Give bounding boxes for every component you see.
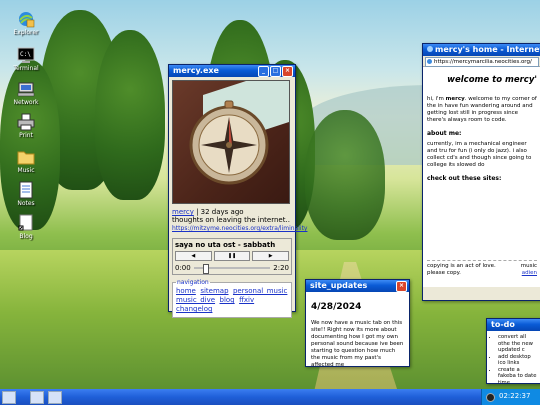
sites-heading: check out these sites: bbox=[427, 175, 502, 182]
next-icon: ▶ bbox=[268, 253, 273, 259]
page-heading: welcome to mercy' bbox=[447, 75, 537, 85]
footer-music: music bbox=[520, 263, 537, 269]
clock[interactable]: 02:22:37 bbox=[499, 392, 530, 400]
post-time: | 32 days ago bbox=[196, 208, 244, 216]
background-tree bbox=[95, 30, 165, 200]
nav-link-ffxiv[interactable]: ffxiv bbox=[239, 296, 254, 304]
mercy-window-titlebar[interactable]: mercy.exe _ □ × bbox=[169, 65, 295, 77]
taskbar-item-window-icon[interactable] bbox=[48, 391, 62, 404]
updates-window[interactable]: site_updates × 4/28/2024 We now have a m… bbox=[305, 279, 410, 367]
nav-link-blog[interactable]: blog bbox=[220, 296, 235, 304]
time-current: 0:00 bbox=[175, 264, 191, 272]
time-total: 2:20 bbox=[273, 264, 289, 272]
printer-icon bbox=[17, 113, 35, 131]
ie-globe-icon bbox=[17, 10, 35, 28]
page-footer: copying is an act of love. please copy. … bbox=[427, 260, 537, 277]
desktop-icon-print[interactable]: Print bbox=[10, 113, 42, 139]
volume-icon[interactable] bbox=[486, 393, 495, 402]
desktop-icon-notes[interactable]: Notes bbox=[10, 181, 42, 207]
browser-window[interactable]: mercy's home - Internet Ex https://mercy… bbox=[422, 43, 540, 301]
about-heading: about me: bbox=[427, 130, 462, 137]
progress-slider[interactable] bbox=[193, 264, 271, 274]
desktop-icon-network[interactable]: Network bbox=[10, 80, 42, 106]
nav-link-changelog[interactable]: changelog bbox=[176, 305, 212, 313]
close-button[interactable]: × bbox=[282, 66, 293, 77]
next-button[interactable]: ▶ bbox=[252, 251, 290, 261]
address-input[interactable]: https://mercymarcilia.neocities.org/ bbox=[425, 57, 539, 67]
todo-item: add desktop ico links bbox=[498, 354, 539, 367]
compass-icon bbox=[189, 100, 269, 185]
notepad-icon bbox=[17, 181, 35, 199]
update-date: 4/28/2024 bbox=[311, 302, 362, 312]
taskbar-item-explorer-icon[interactable] bbox=[2, 391, 16, 404]
update-text: We now have a music tab on this site!! R… bbox=[311, 320, 404, 367]
post-block: mercy | 32 days ago thoughts on leaving … bbox=[172, 208, 307, 233]
close-button[interactable]: × bbox=[396, 281, 407, 292]
updates-titlebar[interactable]: site_updates × bbox=[306, 280, 409, 292]
browser-content: welcome to mercy' hi, i'm mercy. welcome… bbox=[423, 67, 540, 287]
about-paragraph: currently, im a mechanical engineer and … bbox=[427, 141, 532, 168]
address-bar: https://mercymarcilia.neocities.org/ bbox=[423, 56, 540, 67]
todo-item: create a fakeba to date time bbox=[498, 367, 539, 384]
page-icon bbox=[17, 214, 35, 232]
prev-icon: ◀ bbox=[191, 253, 196, 259]
todo-title: to-do bbox=[491, 320, 515, 329]
footer-adien-link[interactable]: adien bbox=[522, 270, 537, 276]
slider-thumb[interactable] bbox=[202, 264, 209, 274]
network-icon bbox=[17, 80, 35, 98]
updates-title: site_updates bbox=[310, 281, 368, 290]
pause-button[interactable]: ❚❚ bbox=[213, 251, 251, 261]
browser-ie-icon bbox=[427, 46, 433, 52]
folder-icon bbox=[17, 148, 35, 166]
prev-button[interactable]: ◀ bbox=[175, 251, 212, 261]
taskbar: 02:22:37 bbox=[0, 389, 540, 405]
window-title: mercy.exe bbox=[173, 66, 219, 75]
todo-window[interactable]: to-do convert all othe the new updated c… bbox=[486, 318, 540, 384]
post-user-link[interactable]: mercy bbox=[172, 208, 194, 216]
todo-titlebar[interactable]: to-do bbox=[487, 319, 540, 331]
track-title: saya no uta ost - sabbath bbox=[175, 241, 276, 249]
maximize-button[interactable]: □ bbox=[270, 66, 281, 77]
navigation-box: navigation home sitemap personal_music m… bbox=[172, 279, 292, 318]
desktop-icon-blog[interactable]: Blog bbox=[10, 214, 42, 240]
nav-link-personal-music[interactable]: personal_music bbox=[233, 287, 287, 295]
svg-text:C:\: C:\ bbox=[20, 51, 31, 58]
browser-titlebar[interactable]: mercy's home - Internet Ex bbox=[423, 44, 540, 56]
music-player: saya no uta ost - sabbath ◀ ❚❚ ▶ 0:00 2:… bbox=[172, 238, 292, 275]
minimize-button[interactable]: _ bbox=[258, 66, 269, 77]
footer-text: copying is an act of love. please copy. bbox=[427, 263, 496, 276]
desktop-icon-terminal[interactable]: C:\ Terminal bbox=[10, 46, 42, 72]
desktop-icon-music[interactable]: Music bbox=[10, 148, 42, 174]
navigation-legend: navigation bbox=[177, 279, 209, 286]
nav-link-music-dive[interactable]: music_dive bbox=[176, 296, 215, 304]
mercy-window[interactable]: mercy.exe _ □ × mercy | 32 days ago thou… bbox=[168, 64, 307, 318]
todo-item: convert all othe the new updated c bbox=[498, 334, 539, 354]
desktop-icon-explorer[interactable]: Explorer bbox=[10, 10, 42, 36]
post-text: thoughts on leaving the internet.. bbox=[172, 216, 290, 224]
todo-list: convert all othe the new updated c add d… bbox=[489, 334, 539, 384]
nav-link-home[interactable]: home bbox=[176, 287, 196, 295]
terminal-icon: C:\ bbox=[17, 46, 35, 64]
system-tray: 02:22:37 bbox=[481, 389, 540, 405]
nav-link-sitemap[interactable]: sitemap bbox=[200, 287, 228, 295]
page-globe-icon bbox=[427, 59, 432, 64]
pause-icon: ❚❚ bbox=[227, 253, 237, 259]
taskbar-item-window-icon[interactable] bbox=[30, 391, 44, 404]
intro-paragraph: hi, i'm mercy. welcome to my corner of t… bbox=[427, 96, 537, 123]
browser-title: mercy's home - Internet Ex bbox=[435, 45, 540, 54]
compass-image bbox=[172, 80, 290, 204]
background-tree bbox=[305, 110, 385, 240]
post-link[interactable]: https://mitzyme.neocities.org/extra/limi… bbox=[172, 225, 307, 232]
